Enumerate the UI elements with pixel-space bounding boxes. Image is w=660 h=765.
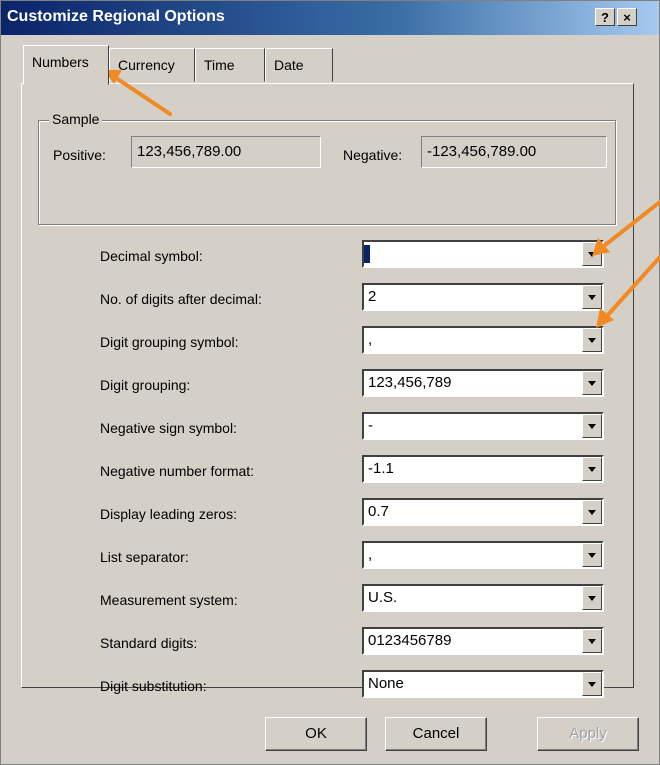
- tab-numbers[interactable]: Numbers: [23, 45, 109, 85]
- arrow-to-digit-grouping-symbol: [604, 255, 660, 319]
- arrow-head: [592, 238, 610, 256]
- annotation-arrows: [104, 70, 660, 328]
- arrow-to-decimal-symbol: [598, 200, 660, 251]
- arrow-to-numbers-tab: [114, 76, 172, 116]
